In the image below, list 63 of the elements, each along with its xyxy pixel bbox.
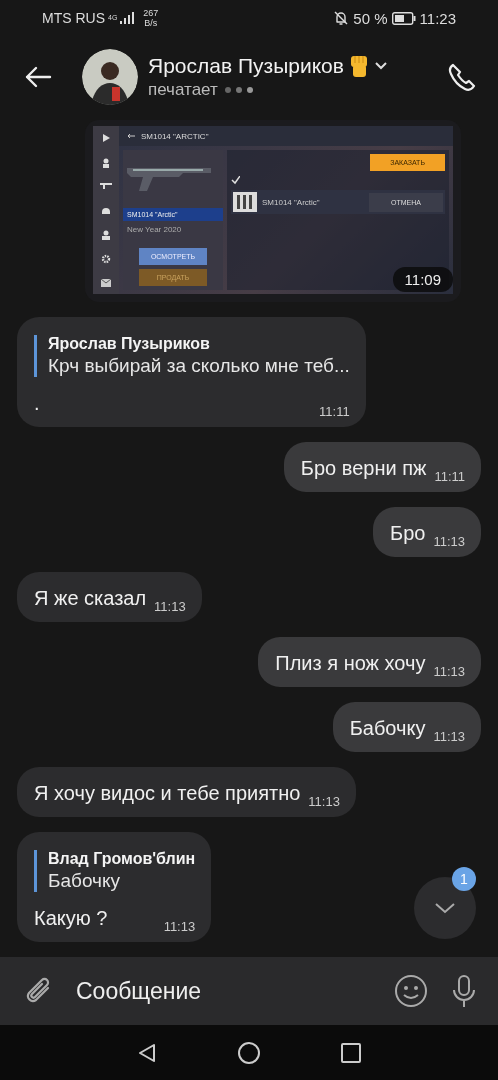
contact-name[interactable]: Ярослав Пузыриков [148, 54, 344, 78]
message-text: Бро верни пж [300, 456, 427, 480]
order-item-name: SM1014 "Arctic" [262, 197, 320, 207]
message-text: Плиз я нож хочу [275, 651, 426, 675]
back-button[interactable] [24, 65, 52, 89]
home-button[interactable] [238, 1041, 260, 1064]
signal-icon [120, 12, 135, 24]
message-text: Бро [390, 521, 426, 545]
message-time: 11:11 [434, 469, 465, 484]
avatar[interactable] [82, 49, 138, 105]
quote-author: Влад Громов'блин [48, 850, 196, 868]
message-text: Бабочку [349, 716, 426, 740]
message-text: Какую ? [34, 906, 108, 930]
recents-button[interactable] [340, 1041, 362, 1064]
chevron-down-icon [434, 902, 456, 914]
quote-text: Крч выбирай за сколько мне теб... [48, 355, 350, 377]
person-icon [101, 157, 111, 168]
message-time: 11:13 [308, 794, 340, 809]
message-text: Я же сказал [34, 586, 147, 610]
quote-text: Бабочку [48, 870, 121, 892]
emoji-button[interactable] [394, 974, 428, 1008]
message-text: . [34, 391, 40, 415]
speed-value: 267 [143, 8, 159, 18]
phone-icon [446, 62, 476, 92]
back-arrow-icon [24, 65, 52, 89]
unread-badge: 1 [452, 867, 476, 891]
clock-time: 11:23 [419, 9, 456, 27]
item-thumbnail [233, 192, 257, 212]
message-time: 11:13 [433, 729, 465, 744]
checkbox[interactable] [231, 176, 240, 185]
message-time: 11:11 [319, 404, 350, 419]
carrier-name: MTS RUS [42, 10, 105, 26]
microphone-icon [450, 974, 478, 1008]
message-time: 11:13 [433, 664, 465, 679]
speed-unit: B/s [144, 18, 158, 28]
message-text: Я хочу видос и тебе приятно [34, 781, 301, 805]
quote-author: Ярослав Пузыриков [48, 335, 211, 353]
message-time: 11:13 [154, 599, 186, 614]
voice-button[interactable] [450, 974, 478, 1008]
play-icon [101, 133, 111, 144]
square-icon [340, 1041, 362, 1064]
battery-icon [391, 11, 416, 25]
mail-icon [101, 278, 111, 287]
back-arrow-icon [127, 133, 135, 139]
item-title: SM1014 "ARCTIC" [141, 131, 209, 141]
typing-status: печатает [148, 80, 218, 100]
chevron-down-icon [373, 61, 388, 71]
smiley-icon [394, 974, 428, 1008]
reply-quote[interactable]: Влад Громов'блин Бабочку [34, 850, 196, 892]
battery-percent: 50 % [353, 9, 388, 27]
muted-bell-icon [333, 10, 350, 26]
back-button[interactable] [136, 1041, 158, 1064]
call-button[interactable] [446, 62, 476, 92]
typing-dots-icon [223, 86, 254, 94]
home-circle-icon [238, 1041, 260, 1064]
back-triangle-icon [136, 1041, 158, 1064]
collection-label: New Year 2020 [126, 225, 183, 234]
people-icon [100, 229, 112, 240]
reply-quote[interactable]: Ярослав Пузыриков Крч выбирай за сколько мне теб... [34, 335, 350, 377]
gun-icon [100, 182, 112, 191]
message-time: 11:13 [163, 919, 196, 934]
message-time: 11:13 [433, 534, 465, 549]
settings-icon [101, 254, 111, 265]
